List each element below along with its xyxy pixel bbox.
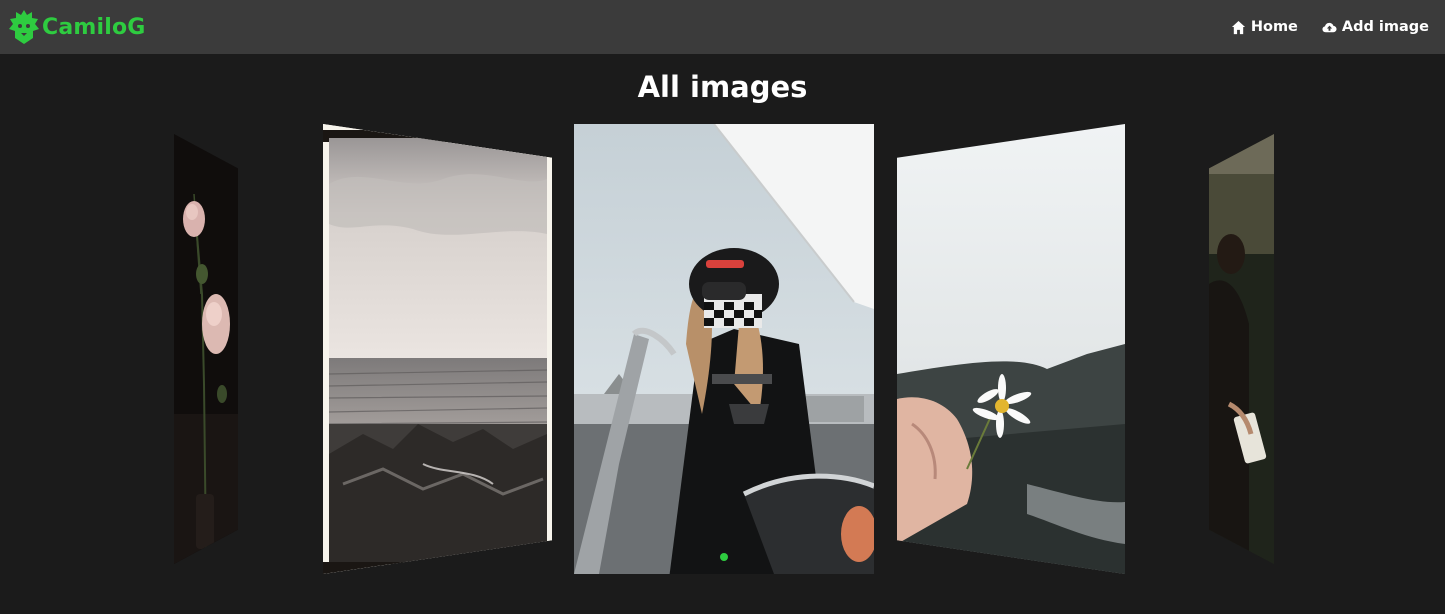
nav-home-link[interactable]: Home — [1231, 19, 1298, 35]
carousel-slide-4[interactable] — [897, 124, 1125, 574]
carousel-slide-1[interactable] — [174, 134, 238, 564]
carousel-active-indicator[interactable] — [720, 553, 728, 561]
home-icon — [1231, 20, 1245, 34]
cloud-upload-icon — [1322, 22, 1337, 32]
nav-add-image-label: Add image — [1341, 19, 1429, 35]
carousel-slide-5[interactable] — [1209, 134, 1274, 564]
carousel-slide-3-active[interactable] — [574, 124, 874, 574]
carousel-slide-2[interactable] — [323, 124, 552, 574]
nav-add-image-link[interactable]: Add image — [1322, 19, 1429, 35]
image-icon — [323, 124, 552, 574]
page-title: All images — [637, 70, 808, 104]
brand-name: CamiloG — [42, 14, 146, 40]
navbar: CamiloG Home Add image — [0, 0, 1445, 54]
image-icon — [574, 124, 874, 574]
lion-icon — [9, 10, 39, 44]
image-icon — [897, 124, 1125, 574]
image-icon — [174, 134, 238, 564]
nav-links: Home Add image — [1231, 0, 1429, 54]
nav-home-label: Home — [1250, 19, 1298, 35]
brand-logo-link[interactable]: CamiloG — [8, 8, 146, 46]
image-icon — [1209, 134, 1274, 564]
